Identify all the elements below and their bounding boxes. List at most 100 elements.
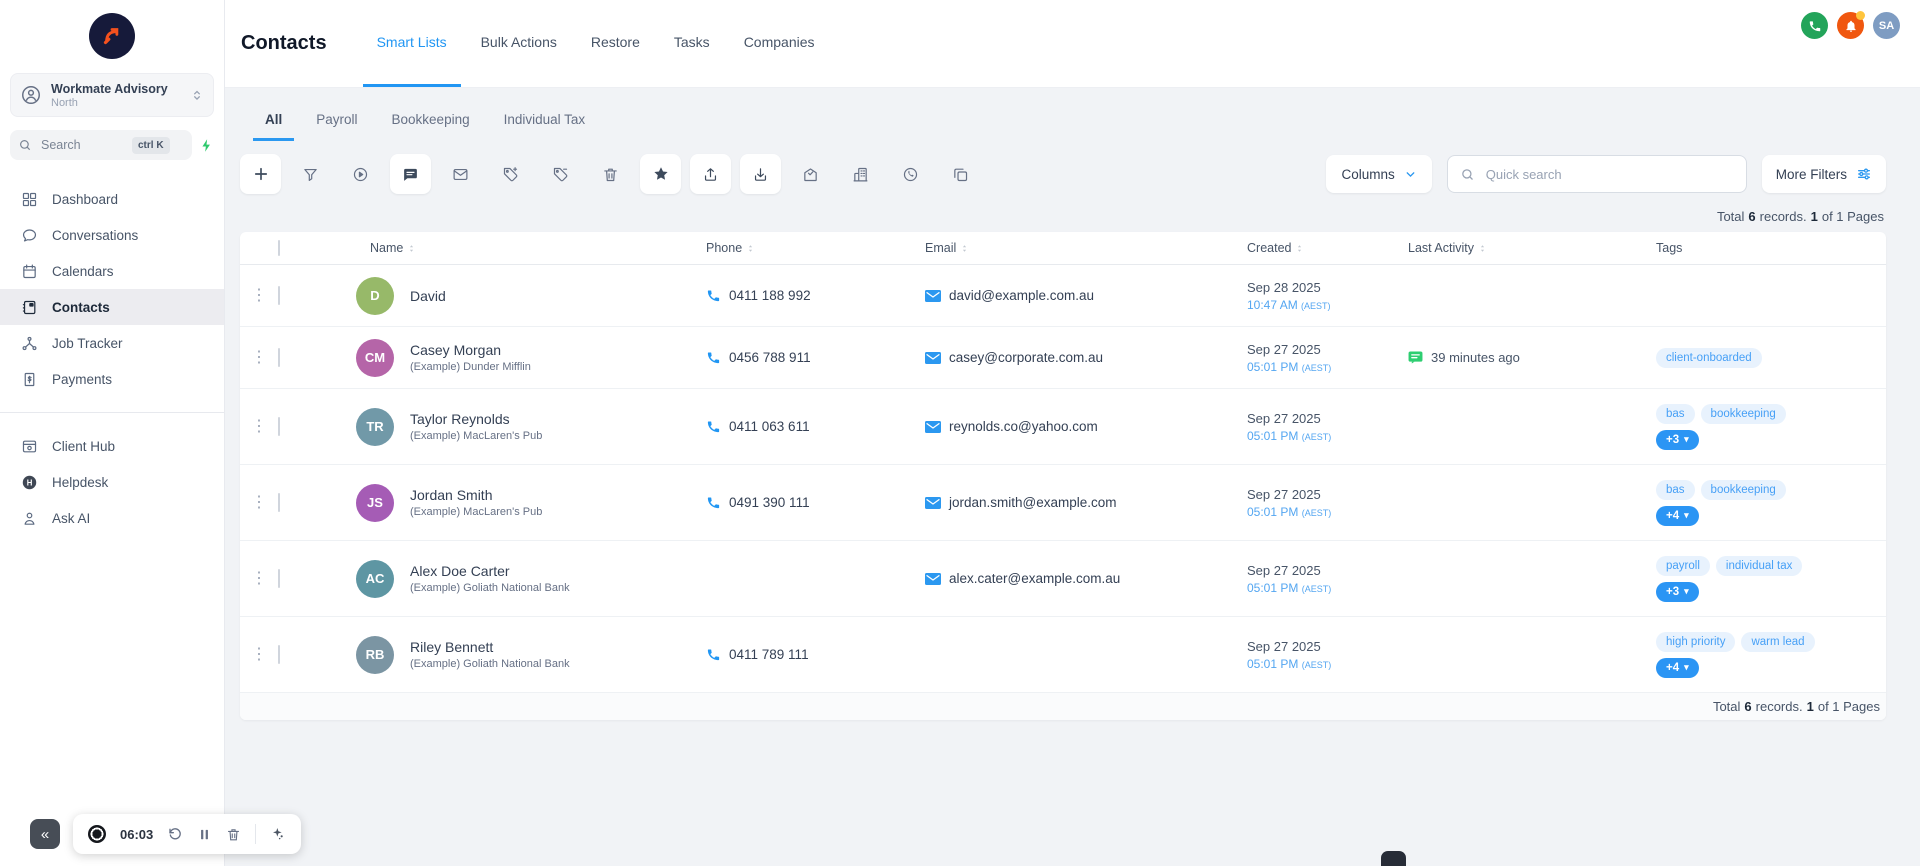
row-checkbox[interactable]: [278, 285, 280, 305]
tab-bulk-actions[interactable]: Bulk Actions: [467, 0, 571, 87]
contact-row[interactable]: ⋮ D David 0411 188 992 david@example.com.au S…: [240, 265, 1886, 327]
row-menu-icon[interactable]: ⋮: [240, 287, 278, 304]
contact-row[interactable]: ⋮ CM Casey Morgan (Example) Dunder Mifflin 0…: [240, 327, 1886, 389]
sort-icon[interactable]: [745, 242, 756, 255]
smart-list-tab-all[interactable]: All: [253, 101, 295, 141]
sort-icon[interactable]: [959, 242, 970, 255]
restart-recording-icon[interactable]: [167, 826, 183, 842]
row-menu-icon[interactable]: ⋮: [240, 418, 278, 435]
tab-companies[interactable]: Companies: [730, 0, 829, 87]
tab-tasks[interactable]: Tasks: [660, 0, 724, 87]
row-menu-icon[interactable]: ⋮: [240, 646, 278, 663]
sidebar-item-client-hub[interactable]: Client Hub: [0, 428, 224, 464]
sidebar-item-calendars[interactable]: Calendars: [0, 253, 224, 289]
contact-phone[interactable]: 0491 390 111: [706, 495, 925, 510]
tab-restore[interactable]: Restore: [577, 0, 654, 87]
collapse-recorder-button[interactable]: «: [30, 819, 60, 849]
columns-button[interactable]: Columns: [1326, 155, 1432, 193]
lightning-icon[interactable]: [199, 137, 214, 154]
message-button[interactable]: [390, 154, 431, 194]
phone-dialer-icon[interactable]: [1801, 12, 1828, 39]
tag-pill: bas: [1656, 479, 1695, 500]
workspace-switcher[interactable]: Workmate Advisory North: [10, 73, 214, 117]
import-button[interactable]: [740, 154, 781, 194]
user-avatar[interactable]: SA: [1873, 12, 1900, 39]
favorite-button[interactable]: [640, 154, 681, 194]
sort-icon[interactable]: [406, 242, 417, 255]
remove-tag-button[interactable]: [540, 154, 581, 194]
contact-email[interactable]: casey@corporate.com.au: [925, 350, 1247, 365]
more-filters-button[interactable]: More Filters: [1761, 155, 1886, 193]
column-header-email[interactable]: Email: [925, 241, 1247, 255]
contact-row[interactable]: ⋮ RB Riley Bennett (Example) Goliath Nation…: [240, 617, 1886, 693]
sidebar-item-contacts[interactable]: Contacts: [0, 289, 224, 325]
more-tags-button[interactable]: +4 ▾: [1656, 505, 1699, 526]
sidebar-item-label: Payments: [52, 371, 113, 387]
row-menu-icon[interactable]: ⋮: [240, 494, 278, 511]
sidebar-item-conversations[interactable]: Conversations: [0, 217, 224, 253]
export-button[interactable]: [690, 154, 731, 194]
add-tag-button[interactable]: [490, 154, 531, 194]
quick-search-input[interactable]: [1483, 165, 1734, 183]
contact-phone[interactable]: 0411 789 111: [706, 647, 925, 662]
contact-phone[interactable]: 0411 188 992: [706, 288, 925, 303]
column-header-last-activity[interactable]: Last Activity: [1408, 241, 1656, 255]
merge-button[interactable]: [940, 154, 981, 194]
automation-button[interactable]: [340, 154, 381, 194]
contact-row[interactable]: ⋮ TR Taylor Reynolds (Example) MacLaren's P…: [240, 389, 1886, 465]
column-header-name[interactable]: Name: [320, 241, 706, 255]
delete-recording-icon[interactable]: [226, 827, 241, 842]
company-button[interactable]: [840, 154, 881, 194]
quick-search-field[interactable]: [1446, 155, 1747, 193]
sort-icon[interactable]: [1477, 242, 1488, 255]
app-logo-icon: [89, 13, 135, 59]
sidebar-item-payments[interactable]: Payments: [0, 361, 224, 397]
contact-phone[interactable]: 0456 788 911: [706, 350, 925, 365]
row-menu-icon[interactable]: ⋮: [240, 570, 278, 587]
sort-icon[interactable]: [1294, 242, 1305, 255]
more-tags-button[interactable]: +3 ▾: [1656, 581, 1699, 602]
whatsapp-button[interactable]: [890, 154, 931, 194]
email-button[interactable]: [440, 154, 481, 194]
notifications-bell-icon[interactable]: [1837, 11, 1865, 39]
created-date: Sep 27 2025: [1247, 638, 1321, 654]
row-checkbox[interactable]: [278, 568, 280, 588]
contact-row[interactable]: ⋮ JS Jordan Smith (Example) MacLaren's Pub 0…: [240, 465, 1886, 541]
select-all-checkbox[interactable]: [278, 240, 280, 256]
smart-list-tab-bookkeeping[interactable]: Bookkeeping: [380, 101, 482, 141]
more-tags-button[interactable]: +3 ▾: [1656, 429, 1699, 450]
tab-smart-lists[interactable]: Smart Lists: [362, 0, 461, 87]
row-checkbox[interactable]: [278, 416, 280, 436]
contact-email[interactable]: reynolds.co@yahoo.com: [925, 419, 1247, 434]
more-tags-button[interactable]: +4 ▾: [1656, 657, 1699, 678]
pause-recording-icon[interactable]: [197, 827, 212, 842]
add-button[interactable]: [240, 154, 281, 194]
row-menu-icon[interactable]: ⋮: [240, 349, 278, 366]
review-request-button[interactable]: [790, 154, 831, 194]
conversations-icon: [20, 226, 38, 244]
column-header-created[interactable]: Created: [1247, 241, 1408, 255]
row-checkbox[interactable]: [278, 644, 280, 664]
hidden-corner-widget[interactable]: [1381, 851, 1406, 866]
contact-email[interactable]: alex.cater@example.com.au: [925, 571, 1247, 586]
row-checkbox[interactable]: [278, 492, 280, 512]
contact-phone[interactable]: 0411 063 611: [706, 419, 925, 434]
sidebar-item-ask-ai[interactable]: Ask AI: [0, 500, 224, 536]
delete-button[interactable]: [590, 154, 631, 194]
smart-list-tab-payroll[interactable]: Payroll: [304, 101, 369, 141]
ai-sparkle-icon[interactable]: [270, 826, 286, 842]
contact-name: Riley Bennett: [410, 639, 494, 655]
sidebar-search[interactable]: ctrl K: [10, 130, 192, 160]
record-button[interactable]: [88, 825, 106, 843]
filter-button[interactable]: [290, 154, 331, 194]
contact-email[interactable]: jordan.smith@example.com: [925, 495, 1247, 510]
contact-row[interactable]: ⋮ AC Alex Doe Carter (Example) Goliath Nati…: [240, 541, 1886, 617]
sidebar-item-helpdesk[interactable]: H Helpdesk: [0, 464, 224, 500]
sidebar-search-input[interactable]: [39, 137, 125, 153]
sidebar-item-dashboard[interactable]: Dashboard: [0, 181, 224, 217]
row-checkbox[interactable]: [278, 347, 280, 367]
smart-list-tab-individual-tax[interactable]: Individual Tax: [492, 101, 598, 141]
contact-email[interactable]: david@example.com.au: [925, 288, 1247, 303]
sidebar-item-job-tracker[interactable]: Job Tracker: [0, 325, 224, 361]
column-header-phone[interactable]: Phone: [706, 241, 925, 255]
